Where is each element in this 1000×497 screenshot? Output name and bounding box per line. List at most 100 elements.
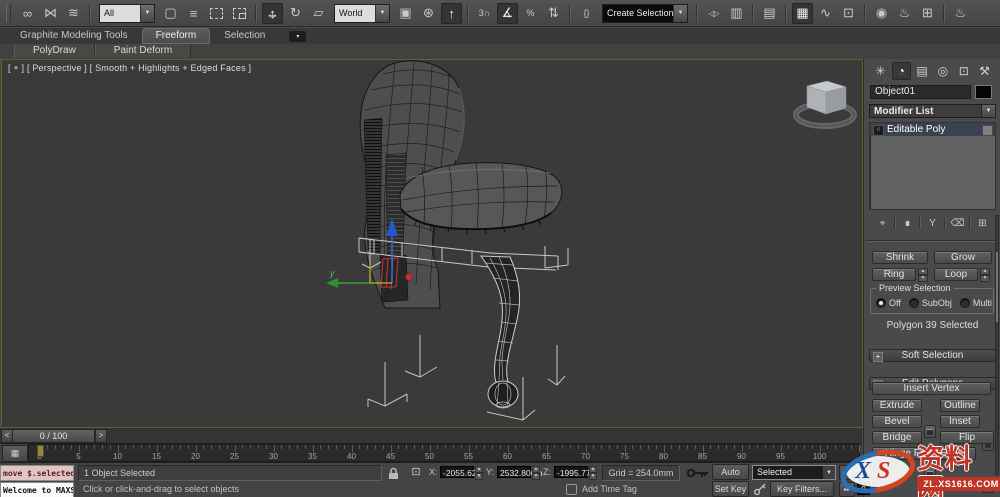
select-and-manipulate-icon[interactable]: ⊛ [418,3,439,24]
mini-curve-editor-button[interactable]: ▦ [2,445,28,462]
panel-scrollbar-thumb[interactable] [996,252,998,322]
select-by-name-icon[interactable]: ≡ [183,3,204,24]
current-frame-field[interactable]: 0 [857,482,870,495]
material-editor-icon[interactable]: ◉ [871,3,892,24]
current-frame-marker[interactable] [36,445,44,457]
ribbon-tab-graphite-modeling-tools[interactable]: Graphite Modeling Tools [6,28,142,44]
preview-multi-radio[interactable]: Multi [959,298,992,308]
modifier-stack-item[interactable]: ○ Editable Poly [870,123,995,136]
modifier-list-arrow-icon[interactable]: ▼ [981,104,996,118]
rendered-frame-window-icon[interactable]: ⊞ [917,3,938,24]
named-selection-sets-select[interactable]: Create Selection Se▼ [602,3,688,23]
add-time-tag-label[interactable]: Add Time Tag [582,481,637,497]
shrink-button[interactable]: Shrink [872,251,928,264]
tab-paint-deform[interactable]: Paint Deform [94,44,192,58]
viewport-label[interactable]: [ + ] [ Perspective ] [ Smooth + Highlig… [8,63,251,73]
y-coord-spinner[interactable]: ▲ ▼ [532,466,540,480]
ring-spinner[interactable]: ▲ ▼ [918,268,928,282]
set-keys-key-icon[interactable] [686,466,710,480]
extrude-button[interactable]: Extrude [872,399,922,412]
modifier-onoff-icon[interactable]: ○ [873,125,884,136]
curve-editor-icon[interactable]: ∿ [815,3,836,24]
ribbon-tab-selection[interactable]: Selection [210,28,279,44]
auto-key-button[interactable]: Auto Key [712,464,749,492]
select-and-link-icon[interactable]: ∞ [17,3,38,24]
window-crossing-toggle-icon[interactable] [229,3,250,24]
select-object-icon[interactable]: ▢ [160,3,181,24]
unlink-selection-icon[interactable]: ⋈ [40,3,61,24]
z-coord-field[interactable]: -1995.77m [554,466,598,478]
minimize-ribbon-button[interactable]: ▾ [289,31,307,42]
select-and-scale-icon[interactable]: ▱ [308,3,329,24]
soft-selection-rollout[interactable]: + Soft Selection [869,349,996,362]
flip-button[interactable]: Flip [940,431,994,444]
insert-vertex-button[interactable]: Insert Vertex [872,382,991,395]
key-filters-button[interactable]: Key Filters... [770,481,834,497]
select-and-move-icon[interactable]: ↔ ↕ [262,2,283,24]
render-setup-icon[interactable]: ♨ [894,3,915,24]
modify-tab-icon[interactable]: ◔ [891,61,911,80]
x-coord-spinner[interactable]: ▲ ▼ [475,466,483,480]
z-coord-spinner[interactable]: ▲ ▼ [589,466,597,480]
loop-spinner[interactable]: ▲ ▼ [980,268,990,282]
key-filter-dropdown[interactable]: Selected ▼ [752,465,836,480]
selection-filter-select[interactable]: All ▼ [99,3,155,23]
ring-button[interactable]: Ring [872,268,916,281]
preview-subobj-radio[interactable]: SubObj [908,298,952,308]
show-end-result-icon[interactable]: ∎ [899,216,916,231]
outline-button[interactable]: Outline [940,399,980,412]
motion-tab-icon[interactable]: ◎ [933,62,952,80]
layer-manager-icon[interactable]: ▤ [759,3,780,24]
maxscript-listener-line1[interactable]: move $.selected [0,465,74,481]
remove-modifier-icon[interactable]: ⌫ [949,216,966,231]
hinge-from-edge-button[interactable]: Hinge From Edge [872,447,976,460]
selection-lock-icon[interactable] [386,466,401,480]
absolute-offset-toggle-icon[interactable]: ⊡ [408,465,424,481]
pin-stack-icon[interactable]: ⌖ [874,216,891,231]
create-tab-icon[interactable]: ✳ [871,62,890,80]
extrude-settings-button[interactable] [924,425,936,438]
render-production-icon[interactable]: ♨ [950,3,971,24]
x-coord-field[interactable]: -2055.621 [440,466,481,478]
reference-coordinate-system-select[interactable]: World ▼ [334,3,390,23]
key-mode-icon[interactable] [753,482,767,496]
tab-polydraw[interactable]: PolyDraw [14,44,95,58]
mirror-icon[interactable]: ◁▷ [703,3,724,24]
go-to-end-button[interactable]: ▸▸ [839,482,855,497]
display-tab-icon[interactable]: ⊡ [954,62,973,80]
select-and-rotate-icon[interactable]: ↻ [285,3,306,24]
rectangular-selection-region-icon[interactable] [206,3,227,24]
perspective-viewport[interactable]: [ + ] [ Perspective ] [ Smooth + Highlig… [1,59,863,428]
modifier-list-dropdown[interactable]: Modifier List ▼ [869,104,996,118]
bevel-settings-button[interactable] [924,467,936,480]
modifier-stack[interactable]: ○ Editable Poly [869,122,996,210]
object-color-swatch[interactable] [975,85,992,99]
keyboard-shortcut-override-icon[interactable]: ↑ [441,2,462,24]
y-coord-field[interactable]: 2532.806m [497,466,543,478]
grow-button[interactable]: Grow [934,251,992,264]
use-pivot-point-center-icon[interactable]: ▣ [395,3,416,24]
set-key-button[interactable]: Set Key [712,481,749,497]
schematic-view-icon[interactable]: ⊡ [838,3,859,24]
configure-modifier-sets-icon[interactable]: ⊞ [974,216,991,231]
spinner-snap-icon[interactable]: ⇅ [543,3,564,24]
ribbon-toggle-icon[interactable]: ▦ [792,2,813,24]
make-unique-icon[interactable]: Y [924,216,941,231]
percent-snap-icon[interactable]: % [520,3,541,24]
ribbon-tab-freeform[interactable]: Freeform [141,28,211,44]
angle-snap-icon[interactable]: ∡ [497,2,518,24]
dropdown-arrow-icon[interactable]: ▼ [823,466,835,479]
panel-scrollbar[interactable] [995,215,999,475]
inset-button[interactable]: Inset [940,415,980,428]
snaps-toggle-icon[interactable]: 3∩ [474,3,495,24]
bridge-button[interactable]: Bridge [872,431,922,444]
go-to-start-button[interactable]: ◂◂ [839,465,855,480]
edit-named-selection-sets-icon[interactable]: {} [576,3,597,24]
next-frame-button[interactable]: > [95,429,107,443]
time-slider-handle[interactable]: 0 / 100 [12,429,95,443]
inset-settings-button[interactable] [982,480,994,493]
bevel-button[interactable]: Bevel [872,415,922,428]
maxscript-listener-line2[interactable]: Welcome to MAXS [0,482,74,497]
bind-to-space-warp-icon[interactable]: ≋ [63,3,84,24]
align-icon[interactable]: ▥ [726,3,747,24]
